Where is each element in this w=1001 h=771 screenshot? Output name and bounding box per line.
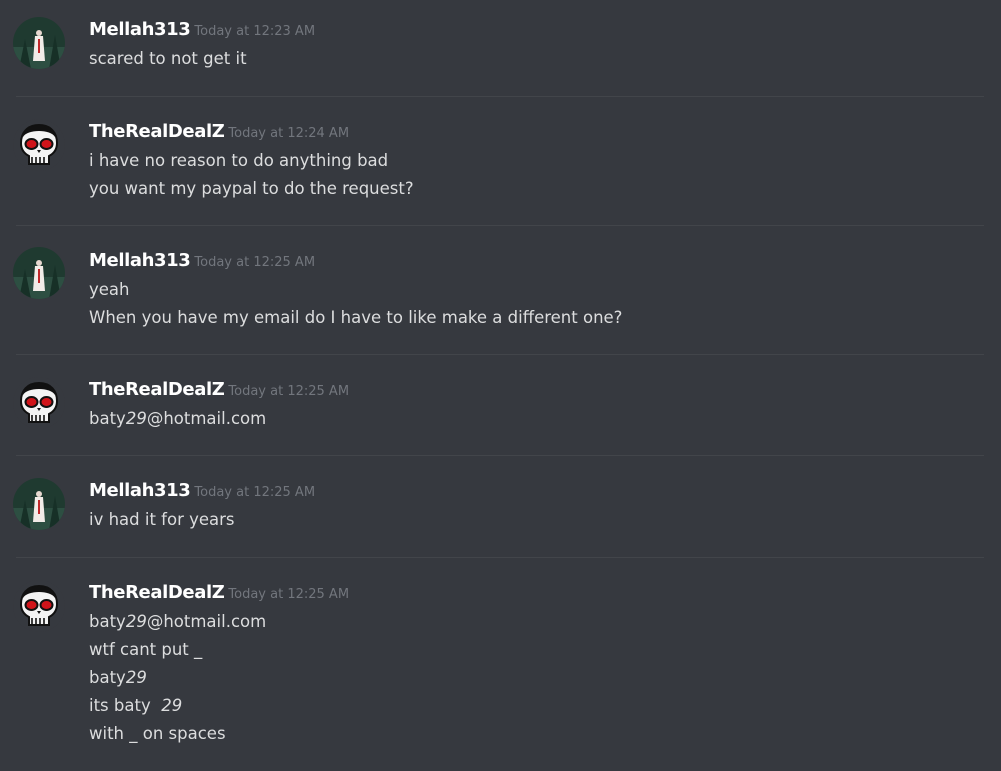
chat-message-list: Mellah313 Today at 12:23 AM scared to not… <box>0 0 1001 771</box>
message-header: Mellah313 Today at 12:25 AM <box>89 250 315 274</box>
timestamp: Today at 12:25 AM <box>228 587 350 602</box>
message-text: its baty 29 <box>89 696 183 715</box>
message-header: Mellah313 Today at 12:23 AM <box>89 19 315 43</box>
message-text: i have no reason to do anything bad <box>89 151 389 170</box>
message-text: scared to not get it <box>89 49 247 68</box>
username[interactable]: TheRealDealZ <box>89 582 225 603</box>
user-avatar[interactable] <box>13 377 65 429</box>
timestamp: Today at 12:23 AM <box>194 24 316 39</box>
message-header: Mellah313 Today at 12:25 AM <box>89 480 315 504</box>
message-divider <box>16 557 984 558</box>
forest-figure-icon <box>13 17 65 69</box>
message-text: with _ on spaces <box>89 724 226 743</box>
forest-figure-icon <box>13 478 65 530</box>
message-text: When you have my email do I have to like… <box>89 308 623 327</box>
timestamp: Today at 12:25 AM <box>228 384 350 399</box>
timestamp: Today at 12:25 AM <box>194 485 316 500</box>
username[interactable]: Mellah313 <box>89 19 191 40</box>
message-divider <box>16 455 984 456</box>
username[interactable]: Mellah313 <box>89 250 191 271</box>
message-text: baty29 <box>89 668 147 687</box>
message-text: yeah <box>89 280 130 299</box>
user-avatar[interactable] <box>13 580 65 632</box>
username[interactable]: TheRealDealZ <box>89 379 225 400</box>
message-divider <box>16 96 984 97</box>
message-text: you want my paypal to do the request? <box>89 179 414 198</box>
username[interactable]: Mellah313 <box>89 480 191 501</box>
skull-icon <box>13 377 65 429</box>
timestamp: Today at 12:25 AM <box>194 255 316 270</box>
message-header: TheRealDealZ Today at 12:24 AM <box>89 121 349 145</box>
forest-figure-icon <box>13 247 65 299</box>
message-text: iv had it for years <box>89 510 235 529</box>
message-divider <box>16 354 984 355</box>
timestamp: Today at 12:24 AM <box>228 126 350 141</box>
message-text: baty29@hotmail.com <box>89 409 267 428</box>
skull-icon <box>13 119 65 171</box>
message-header: TheRealDealZ Today at 12:25 AM <box>89 379 349 403</box>
message-header: TheRealDealZ Today at 12:25 AM <box>89 582 349 606</box>
skull-icon <box>13 580 65 632</box>
message-divider <box>16 225 984 226</box>
user-avatar[interactable] <box>13 119 65 171</box>
user-avatar[interactable] <box>13 17 65 69</box>
message-text: wtf cant put _ <box>89 640 203 659</box>
username[interactable]: TheRealDealZ <box>89 121 225 142</box>
message-text: baty29@hotmail.com <box>89 612 267 631</box>
user-avatar[interactable] <box>13 247 65 299</box>
user-avatar[interactable] <box>13 478 65 530</box>
